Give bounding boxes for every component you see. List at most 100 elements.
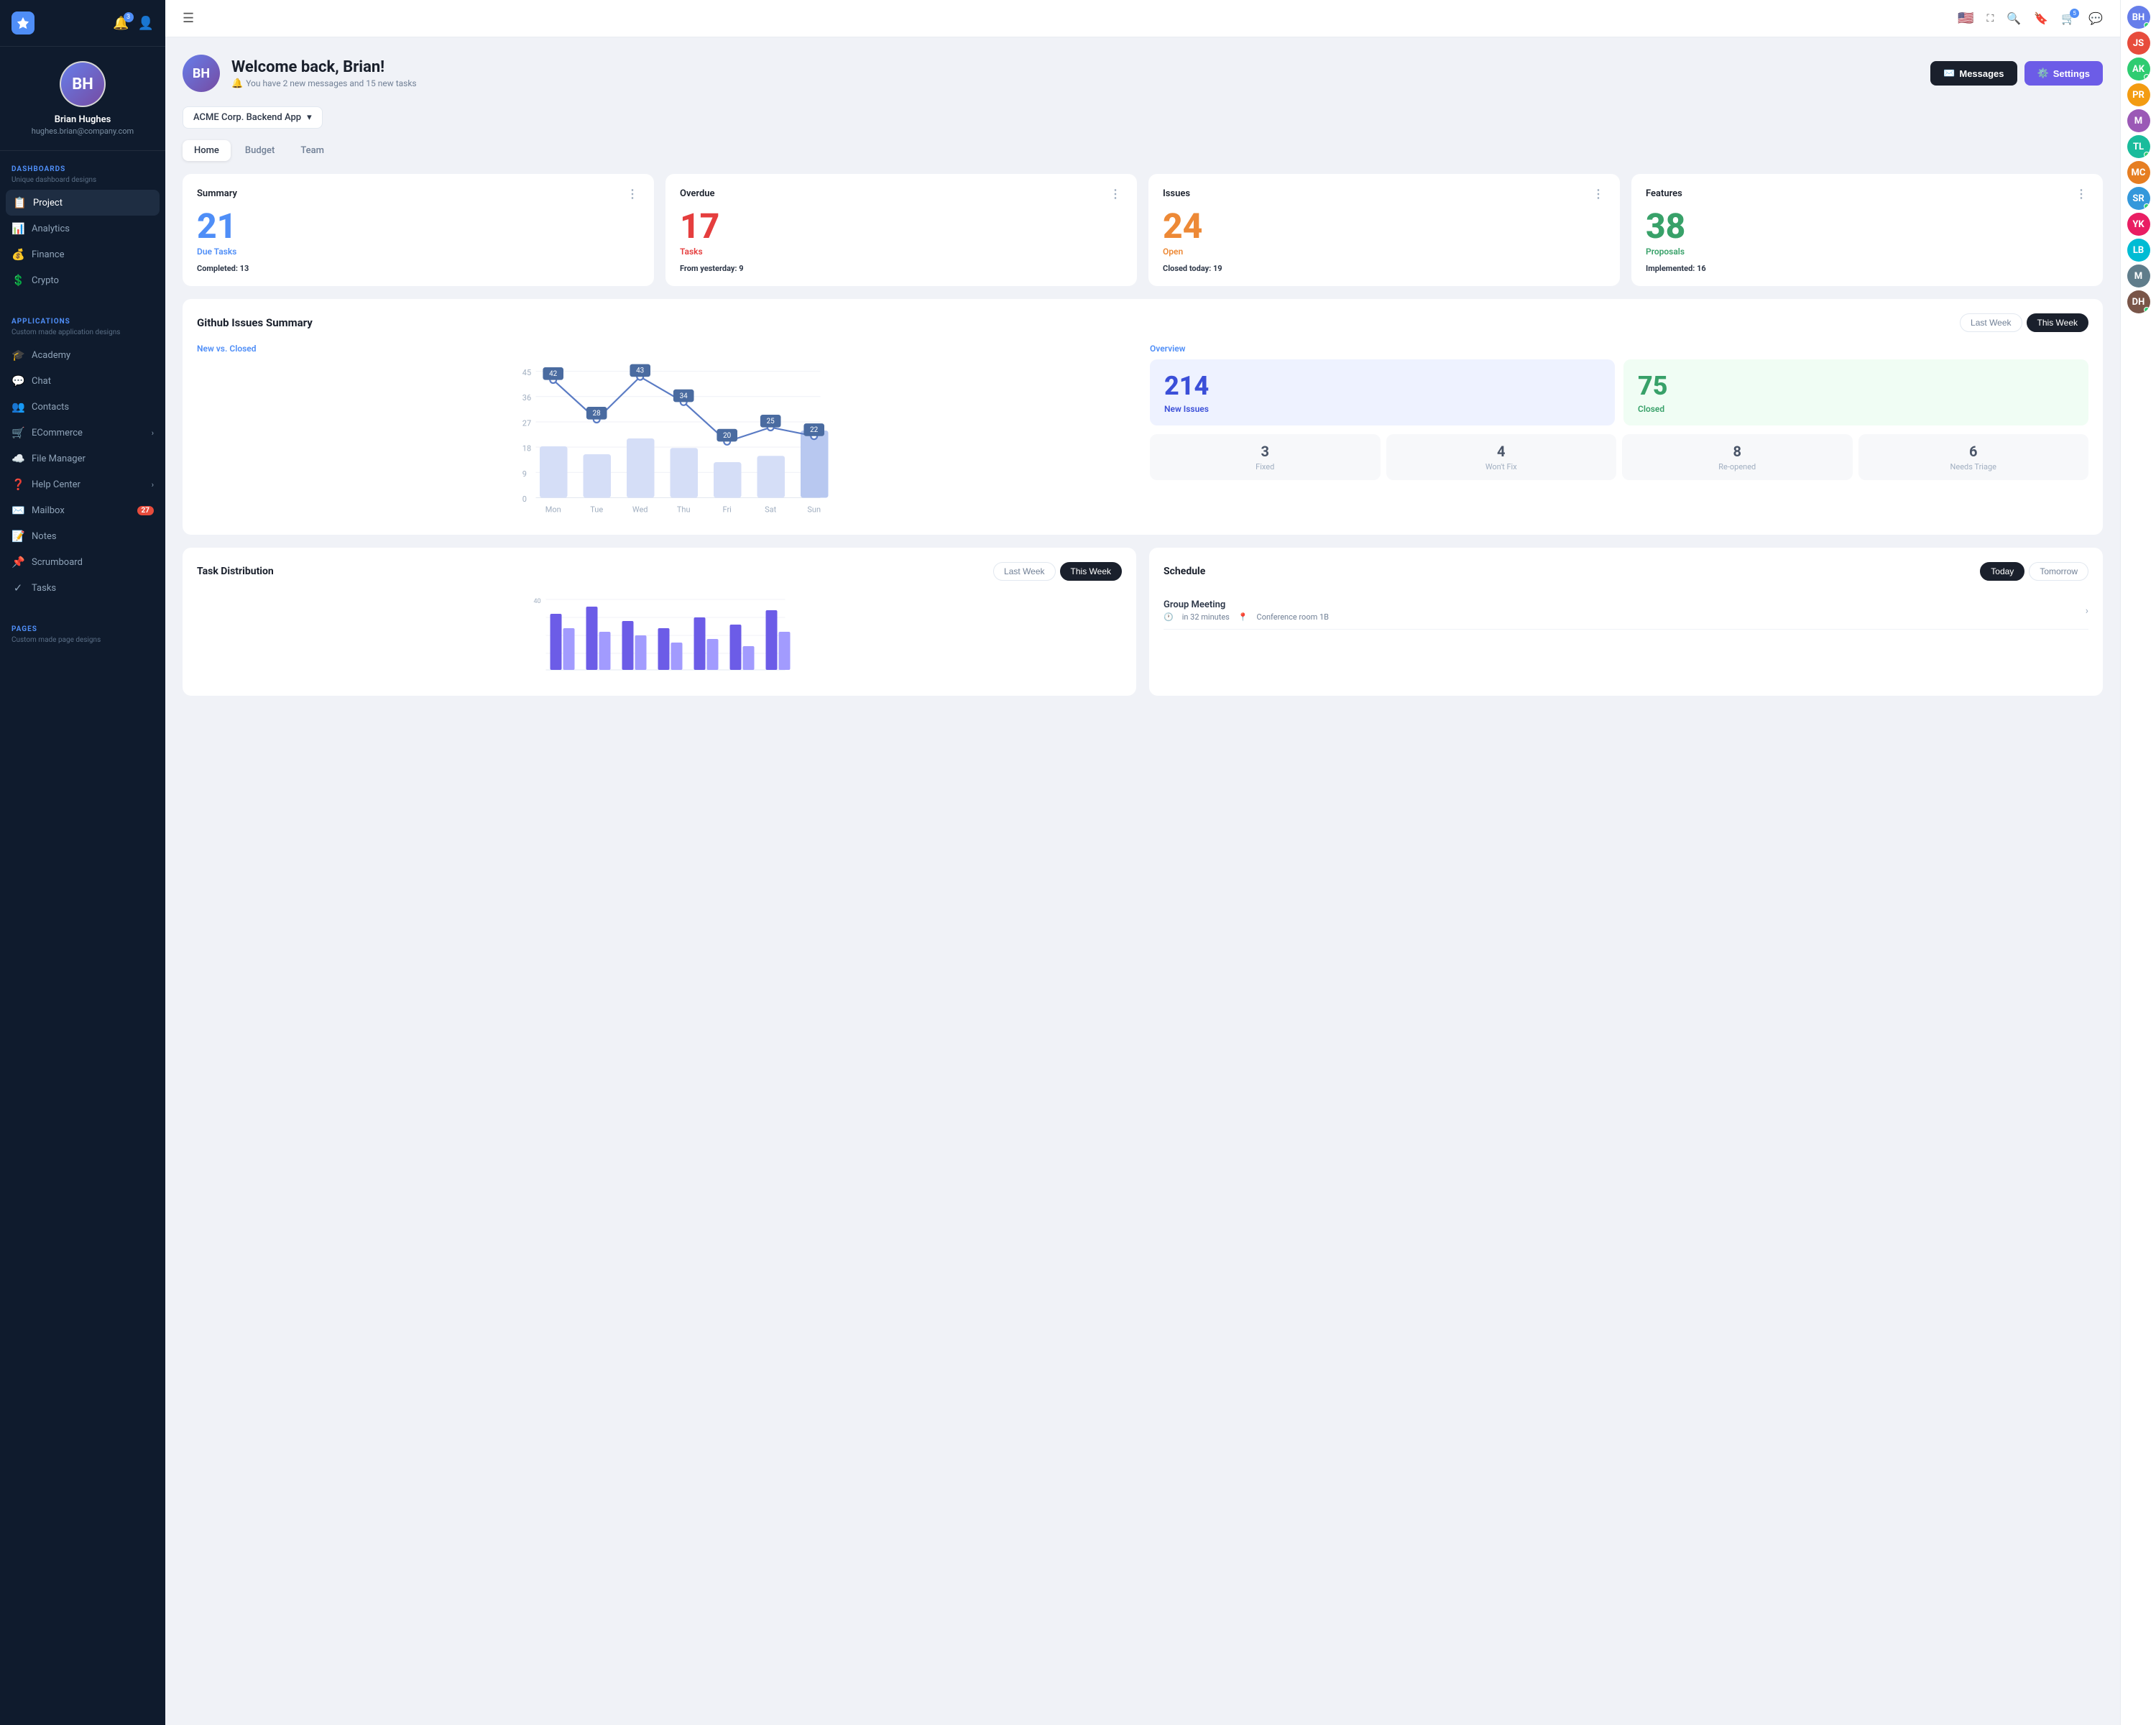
scrumboard-label: Scrumboard <box>32 557 83 568</box>
filemanager-label: File Manager <box>32 454 86 464</box>
schedule-chevron-icon[interactable]: › <box>2086 605 2088 617</box>
task-distribution-card: Task Distribution Last Week This Week 40 <box>183 548 1136 696</box>
mini-stat-triage: 6 Needs Triage <box>1858 434 2089 480</box>
menu-hamburger-icon[interactable]: ☰ <box>183 11 194 26</box>
sidebar-item-scrumboard[interactable]: 📌 Scrumboard <box>0 549 165 575</box>
svg-text:34: 34 <box>680 392 688 400</box>
github-issues-section: Github Issues Summary Last Week This Wee… <box>183 299 2103 535</box>
tomorrow-button[interactable]: Tomorrow <box>2029 562 2088 581</box>
tab-home[interactable]: Home <box>183 140 231 161</box>
ecommerce-label: ECommerce <box>32 428 83 438</box>
sidebar-item-filemanager[interactable]: ☁️ File Manager <box>0 446 165 472</box>
sidebar-item-project[interactable]: 📋 Project <box>6 190 160 216</box>
schedule-card: Schedule Today Tomorrow Group Meeting 🕐 … <box>1149 548 2103 696</box>
right-avatar-3[interactable]: PR <box>2127 83 2150 106</box>
notification-bell[interactable]: 🔔 3 <box>113 16 129 31</box>
stat-header-issues: Issues ⋮ <box>1163 187 1606 201</box>
features-menu-icon[interactable]: ⋮ <box>2076 187 2088 201</box>
right-avatar-8[interactable]: YK <box>2127 213 2150 236</box>
pages-sub: Custom made page designs <box>0 636 165 650</box>
messages-icon[interactable]: 💬 <box>2088 12 2103 25</box>
today-button[interactable]: Today <box>1980 562 2024 581</box>
schedule-item-title: Group Meeting <box>1164 599 1329 610</box>
svg-text:Fri: Fri <box>723 505 732 514</box>
right-avatar-1[interactable]: JS <box>2127 32 2150 55</box>
search-icon[interactable]: 🔍 <box>2007 12 2021 25</box>
right-avatar-2[interactable]: AK <box>2127 58 2150 80</box>
location-icon: 📍 <box>1238 612 1248 622</box>
sidebar-item-helpcenter[interactable]: ❓ Help Center › <box>0 472 165 497</box>
right-sidebar: BH JS AK PR M TL MC SR YK LB M DH <box>2120 0 2156 1725</box>
sidebar-header: 🔔 3 👤 <box>0 0 165 47</box>
reopened-label: Re-opened <box>1631 462 1844 472</box>
closed-label: Closed <box>1638 404 2074 414</box>
triage-number: 6 <box>1867 443 2081 460</box>
task-last-week-button[interactable]: Last Week <box>993 562 1055 581</box>
task-this-week-button[interactable]: This Week <box>1060 562 1122 581</box>
chat-icon: 💬 <box>11 374 24 387</box>
overview-subtitle: Overview <box>1150 344 2088 354</box>
issues-menu-icon[interactable]: ⋮ <box>1593 187 1606 201</box>
svg-text:Mon: Mon <box>545 505 561 514</box>
scrumboard-icon: 📌 <box>11 556 24 569</box>
app-logo[interactable] <box>11 12 34 34</box>
bookmark-icon[interactable]: 🔖 <box>2034 12 2048 25</box>
right-avatar-6[interactable]: MC <box>2127 161 2150 184</box>
wontfix-label: Won't Fix <box>1395 462 1608 472</box>
sidebar-item-contacts[interactable]: 👥 Contacts <box>0 394 165 420</box>
right-avatar-4[interactable]: M <box>2127 109 2150 132</box>
sidebar-item-analytics[interactable]: 📊 Analytics <box>0 216 165 242</box>
sidebar-item-tasks[interactable]: ✓ Tasks <box>0 575 165 601</box>
new-issues-card: 214 New Issues <box>1150 359 1615 426</box>
filemanager-icon: ☁️ <box>11 452 24 465</box>
cart-icon[interactable]: 🛒 5 <box>2061 12 2076 25</box>
fullscreen-icon[interactable]: ⛶ <box>1987 13 1994 24</box>
summary-menu-icon[interactable]: ⋮ <box>627 187 640 201</box>
sidebar-item-crypto[interactable]: 💲 Crypto <box>0 267 165 293</box>
finance-label: Finance <box>32 249 64 260</box>
task-distribution-chart: 40 <box>197 592 1122 678</box>
triage-label: Needs Triage <box>1867 462 2081 472</box>
sidebar-item-notes[interactable]: 📝 Notes <box>0 523 165 549</box>
flag-icon[interactable]: 🇺🇸 <box>1958 11 1973 26</box>
project-name: ACME Corp. Backend App <box>193 112 301 123</box>
settings-button[interactable]: ⚙️ Settings <box>2024 61 2103 86</box>
sidebar-item-finance[interactable]: 💰 Finance <box>0 242 165 267</box>
crypto-label: Crypto <box>32 275 59 286</box>
welcome-greeting: Welcome back, Brian! <box>231 58 417 76</box>
right-avatar-0[interactable]: BH <box>2127 6 2150 29</box>
overdue-sub: From yesterday: 9 <box>680 264 1123 273</box>
messages-button[interactable]: ✉️ Messages <box>1930 61 2017 86</box>
right-avatar-11[interactable]: DH <box>2127 290 2150 313</box>
academy-label: Academy <box>32 350 70 361</box>
schedule-item-info: Group Meeting 🕐 in 32 minutes 📍 Conferen… <box>1164 599 1329 622</box>
project-selector[interactable]: ACME Corp. Backend App ▾ <box>183 106 323 129</box>
user-name: Brian Hughes <box>55 114 111 125</box>
sidebar-item-academy[interactable]: 🎓 Academy <box>0 342 165 368</box>
right-avatar-9[interactable]: LB <box>2127 239 2150 262</box>
applications-sub: Custom made application designs <box>0 328 165 342</box>
overdue-menu-icon[interactable]: ⋮ <box>1110 187 1123 201</box>
right-avatar-5[interactable]: TL <box>2127 135 2150 158</box>
svg-text:40: 40 <box>534 598 541 605</box>
welcome-left: BH Welcome back, Brian! 🔔 You have 2 new… <box>183 55 417 92</box>
right-avatar-7[interactable]: SR <box>2127 187 2150 210</box>
this-week-button[interactable]: This Week <box>2027 313 2088 332</box>
sidebar-item-ecommerce[interactable]: 🛒 ECommerce › <box>0 420 165 446</box>
tab-team[interactable]: Team <box>289 140 336 161</box>
tab-budget[interactable]: Budget <box>234 140 286 161</box>
last-week-button[interactable]: Last Week <box>1960 313 2022 332</box>
helpcenter-chevron-icon: › <box>152 480 154 489</box>
mini-stat-reopened: 8 Re-opened <box>1622 434 1853 480</box>
topbar: ☰ 🇺🇸 ⛶ 🔍 🔖 🛒 5 💬 <box>165 0 2120 37</box>
sidebar-item-chat[interactable]: 💬 Chat <box>0 368 165 394</box>
svg-text:0: 0 <box>522 494 527 504</box>
schedule-item-meta: 🕐 in 32 minutes 📍 Conference room 1B <box>1164 612 1329 622</box>
svg-text:27: 27 <box>522 418 531 428</box>
crypto-icon: 💲 <box>11 274 24 287</box>
right-avatar-10[interactable]: M <box>2127 264 2150 288</box>
schedule-time: in 32 minutes <box>1182 612 1230 622</box>
sidebar-item-mailbox[interactable]: ✉️ Mailbox 27 <box>0 497 165 523</box>
welcome-actions: ✉️ Messages ⚙️ Settings <box>1930 61 2103 86</box>
user-icon[interactable]: 👤 <box>138 16 154 31</box>
